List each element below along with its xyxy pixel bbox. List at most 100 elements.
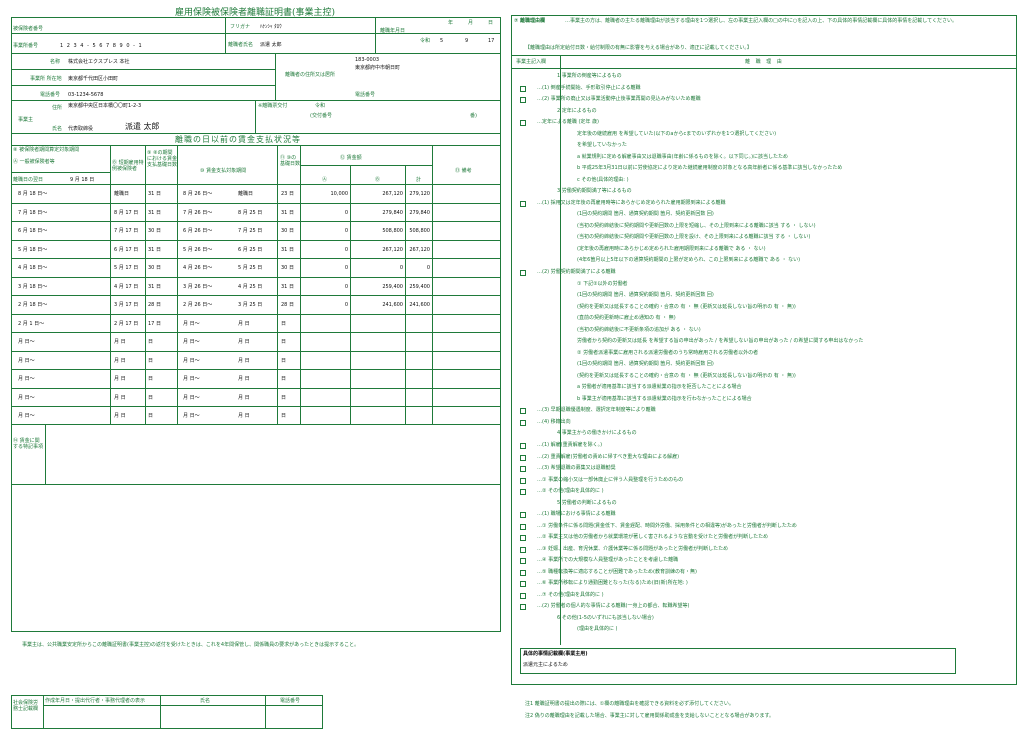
- reason-checkbox[interactable]: [520, 558, 526, 565]
- table-cell-base[interactable]: 日: [281, 352, 286, 368]
- table-cell-amt_b[interactable]: [350, 352, 403, 368]
- table-cell-amt_a[interactable]: [300, 370, 348, 386]
- table-cell-period[interactable]: 5 月 26 日〜: [183, 241, 212, 257]
- table-cell-period_end[interactable]: 月 日: [238, 389, 250, 405]
- table-cell-days[interactable]: 31 日: [148, 185, 161, 201]
- employer-title[interactable]: 代表取締役: [68, 126, 93, 132]
- furigana-value[interactable]: ﾊｹﾝｼｬ ﾀﾛｳ: [260, 24, 282, 30]
- table-cell-total[interactable]: 267,120: [405, 241, 430, 257]
- employee-addr[interactable]: 東京都府中市朝日町: [355, 65, 400, 71]
- table-cell-period_end[interactable]: 月 日: [238, 315, 250, 331]
- table-cell-base[interactable]: 28 日: [281, 296, 294, 312]
- table-cell-period_end[interactable]: 4 月 25 日: [238, 278, 262, 294]
- table-cell-a[interactable]: 3 月 18 日〜: [18, 278, 47, 294]
- table-cell-amt_a[interactable]: 10,000: [300, 185, 349, 201]
- reason-checkbox[interactable]: [520, 592, 526, 599]
- table-cell-b[interactable]: 2 月 17 日: [114, 315, 138, 331]
- table-cell-amt_b[interactable]: [350, 315, 403, 331]
- reason-checkbox[interactable]: [520, 477, 526, 484]
- table-cell-period[interactable]: 4 月 26 日〜: [183, 259, 212, 275]
- table-cell-amt_a[interactable]: [300, 352, 348, 368]
- table-cell-amt_a[interactable]: [300, 333, 348, 349]
- table-cell-amt_a[interactable]: [300, 407, 348, 423]
- table-cell-total[interactable]: 241,600: [405, 296, 430, 312]
- table-cell-amt_b[interactable]: 267,120: [350, 241, 403, 257]
- table-cell-days[interactable]: 30 日: [148, 259, 161, 275]
- table-cell-base[interactable]: 日: [281, 315, 286, 331]
- table-cell-total[interactable]: [405, 407, 430, 423]
- table-cell-period[interactable]: 月 日〜: [183, 389, 200, 405]
- office-name[interactable]: 株式会社エクスプレス 本社: [68, 59, 129, 65]
- reason-checkbox[interactable]: [520, 270, 526, 277]
- table-cell-amt_a[interactable]: [300, 315, 348, 331]
- table-cell-period_end[interactable]: 月 日: [238, 333, 250, 349]
- table-cell-period[interactable]: 月 日〜: [183, 315, 200, 331]
- reason-checkbox[interactable]: [520, 604, 526, 611]
- table-cell-period_end[interactable]: 月 日: [238, 370, 250, 386]
- table-cell-a[interactable]: 月 日〜: [18, 407, 35, 423]
- table-cell-b[interactable]: 月 日: [114, 333, 126, 349]
- table-cell-period[interactable]: 月 日〜: [183, 333, 200, 349]
- table-cell-period_end[interactable]: 月 日: [238, 352, 250, 368]
- reason-checkbox[interactable]: [520, 200, 526, 207]
- table-cell-base[interactable]: 31 日: [281, 278, 294, 294]
- table-cell-days[interactable]: 17 日: [148, 315, 161, 331]
- table-cell-b[interactable]: 5 月 17 日: [114, 259, 138, 275]
- table-cell-amt_b[interactable]: [350, 407, 403, 423]
- reason-checkbox[interactable]: [520, 120, 526, 127]
- reason-checkbox[interactable]: [520, 419, 526, 426]
- reason-checkbox[interactable]: [520, 489, 526, 496]
- table-cell-b[interactable]: 月 日: [114, 370, 126, 386]
- table-cell-b[interactable]: 月 日: [114, 407, 126, 423]
- table-cell-total[interactable]: 259,400: [405, 278, 430, 294]
- table-cell-period[interactable]: 月 日〜: [183, 352, 200, 368]
- sep-day[interactable]: 17: [488, 38, 494, 44]
- table-cell-amt_a[interactable]: 0: [300, 296, 348, 312]
- table-cell-base[interactable]: 30 日: [281, 259, 294, 275]
- table-cell-a[interactable]: 月 日〜: [18, 389, 35, 405]
- reason-checkbox[interactable]: [520, 97, 526, 104]
- table-cell-base[interactable]: 日: [281, 407, 286, 423]
- table-cell-amt_b[interactable]: 279,840: [350, 204, 403, 220]
- table-cell-days[interactable]: 31 日: [148, 278, 161, 294]
- table-cell-amt_b[interactable]: 259,400: [350, 278, 403, 294]
- table-cell-days[interactable]: 日: [148, 370, 153, 386]
- table-cell-total[interactable]: 508,800: [405, 222, 430, 238]
- name-value[interactable]: 派遣 太郎: [260, 42, 282, 48]
- table-cell-a[interactable]: 月 日〜: [18, 370, 35, 386]
- table-cell-period_end[interactable]: 6 月 25 日: [238, 241, 262, 257]
- reason-checkbox[interactable]: [520, 442, 526, 449]
- table-cell-amt_b[interactable]: 0: [350, 259, 403, 275]
- table-cell-days[interactable]: 日: [148, 407, 153, 423]
- table-cell-period_end[interactable]: 離職日: [238, 185, 253, 201]
- table-cell-days[interactable]: 日: [148, 389, 153, 405]
- table-cell-a[interactable]: 7 月 18 日〜: [18, 204, 47, 220]
- table-cell-total[interactable]: [405, 315, 430, 331]
- table-cell-period[interactable]: 8 月 26 日〜: [183, 185, 212, 201]
- table-cell-b[interactable]: 月 日: [114, 352, 126, 368]
- table-cell-total[interactable]: [405, 333, 430, 349]
- table-cell-amt_a[interactable]: 0: [300, 278, 348, 294]
- reason-checkbox[interactable]: [520, 512, 526, 519]
- table-cell-base[interactable]: 31 日: [281, 241, 294, 257]
- reason-checkbox[interactable]: [520, 523, 526, 530]
- reason-checkbox[interactable]: [520, 535, 526, 542]
- reason-checkbox[interactable]: [520, 581, 526, 588]
- table-cell-amt_a[interactable]: 0: [300, 204, 348, 220]
- employer-name[interactable]: 派遣 太郎: [125, 123, 160, 131]
- table-cell-base[interactable]: 日: [281, 333, 286, 349]
- sep-year[interactable]: 5: [440, 38, 443, 44]
- table-cell-period[interactable]: 月 日〜: [183, 370, 200, 386]
- table-cell-b[interactable]: 離職日: [114, 185, 129, 201]
- employee-zip[interactable]: 183-0003: [355, 57, 379, 63]
- table-cell-a[interactable]: 2 月 18 日〜: [18, 296, 47, 312]
- table-cell-amt_b[interactable]: 508,800: [350, 222, 403, 238]
- reason-checkbox[interactable]: [520, 408, 526, 415]
- table-cell-base[interactable]: 30 日: [281, 222, 294, 238]
- table-cell-period_end[interactable]: 8 月 25 日: [238, 204, 262, 220]
- sep-month[interactable]: 9: [465, 38, 468, 44]
- table-cell-days[interactable]: 31 日: [148, 204, 161, 220]
- table-cell-a[interactable]: 5 月 18 日〜: [18, 241, 47, 257]
- table-cell-b[interactable]: 3 月 17 日: [114, 296, 138, 312]
- concrete-value[interactable]: 派遣元主によるため: [523, 662, 568, 668]
